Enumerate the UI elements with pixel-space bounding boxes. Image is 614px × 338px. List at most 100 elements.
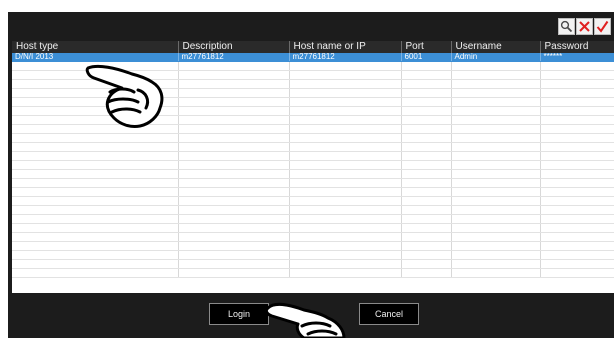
app-window: Host type Description Host name or IP Po… (0, 0, 614, 338)
table-cell (12, 169, 179, 179)
table-row[interactable] (12, 178, 614, 188)
table-cell (401, 259, 452, 269)
table-cell (289, 250, 402, 260)
table-cell (12, 232, 179, 242)
table-cell (289, 115, 402, 125)
confirm-icon[interactable] (594, 18, 611, 35)
table-cell (289, 214, 402, 224)
table-cell (540, 214, 614, 224)
table-cell (401, 97, 452, 107)
table-row[interactable] (12, 61, 614, 71)
table-cell (12, 268, 179, 278)
host-login-dialog: Host type Description Host name or IP Po… (8, 12, 614, 338)
table-row-selected[interactable]: D/N/I 2013 m27761812 m27761812 6001 Admi… (12, 53, 614, 62)
table-cell (289, 79, 402, 89)
table-cell (540, 97, 614, 107)
table-cell (401, 61, 452, 71)
table-row[interactable] (12, 214, 614, 224)
table-row[interactable] (12, 223, 614, 233)
table-row[interactable] (12, 106, 614, 116)
table-row[interactable] (12, 151, 614, 161)
table-cell (12, 70, 179, 80)
table-cell (451, 106, 541, 116)
table-row[interactable] (12, 160, 614, 170)
table-row[interactable] (12, 79, 614, 89)
table-row[interactable] (12, 250, 614, 260)
table-cell (289, 259, 402, 269)
delete-icon[interactable] (576, 18, 593, 35)
table-cell (12, 250, 179, 260)
table-cell (540, 133, 614, 143)
table-cell (401, 88, 452, 98)
table-cell (540, 268, 614, 278)
table-cell (540, 196, 614, 206)
table-cell (178, 106, 290, 116)
cell-port: 6001 (401, 53, 452, 62)
column-header-description[interactable]: Description (178, 41, 290, 53)
table-cell (178, 88, 290, 98)
table-row[interactable] (12, 124, 614, 134)
table-cell (451, 169, 541, 179)
table-row[interactable] (12, 97, 614, 107)
table-row[interactable] (12, 205, 614, 215)
table-row[interactable] (12, 259, 614, 269)
column-header-username[interactable]: Username (451, 41, 541, 53)
table-cell (451, 70, 541, 80)
table-cell (289, 169, 402, 179)
table-cell (401, 151, 452, 161)
column-header-port[interactable]: Port (401, 41, 452, 53)
table-cell (178, 196, 290, 206)
table-cell (451, 205, 541, 215)
table-cell (12, 160, 179, 170)
table-cell (12, 151, 179, 161)
table-cell (401, 124, 452, 134)
table-row[interactable] (12, 196, 614, 206)
table-row[interactable] (12, 133, 614, 143)
table-row[interactable] (12, 169, 614, 179)
table-cell (401, 133, 452, 143)
table-cell (401, 214, 452, 224)
table-cell (540, 187, 614, 197)
cell-host-name-or-ip: m27761812 (289, 53, 402, 62)
table-row[interactable] (12, 268, 614, 278)
table-row[interactable] (12, 70, 614, 80)
login-button[interactable]: Login (209, 303, 269, 325)
table-row[interactable] (12, 142, 614, 152)
table-cell (540, 142, 614, 152)
table-row[interactable] (12, 232, 614, 242)
cancel-button[interactable]: Cancel (359, 303, 419, 325)
table-row[interactable] (12, 241, 614, 251)
table-row[interactable] (12, 115, 614, 125)
column-header-host-type[interactable]: Host type (12, 41, 179, 53)
cell-host-type: D/N/I 2013 (12, 53, 179, 62)
table-cell (451, 133, 541, 143)
table-cell (289, 133, 402, 143)
table-cell (178, 223, 290, 233)
table-row[interactable] (12, 88, 614, 98)
table-cell (451, 97, 541, 107)
table-cell (12, 61, 179, 71)
dialog-footer: Login Cancel (8, 293, 614, 338)
column-header-host-name-or-ip[interactable]: Host name or IP (289, 41, 402, 53)
host-list-table[interactable]: Host type Description Host name or IP Po… (12, 41, 614, 293)
table-cell (401, 178, 452, 188)
table-cell (540, 115, 614, 125)
column-header-password[interactable]: Password (540, 41, 614, 53)
table-cell (12, 223, 179, 233)
table-cell (178, 97, 290, 107)
table-cell (289, 241, 402, 251)
table-cell (451, 79, 541, 89)
table-cell (178, 259, 290, 269)
table-cell (401, 205, 452, 215)
table-cell (178, 115, 290, 125)
table-cell (451, 196, 541, 206)
table-cell (178, 133, 290, 143)
table-cell (451, 124, 541, 134)
table-cell (289, 61, 402, 71)
table-cell (178, 241, 290, 251)
table-cell (540, 61, 614, 71)
table-row[interactable] (12, 187, 614, 197)
table-cell (289, 142, 402, 152)
search-icon[interactable] (558, 18, 575, 35)
table-cell (451, 178, 541, 188)
